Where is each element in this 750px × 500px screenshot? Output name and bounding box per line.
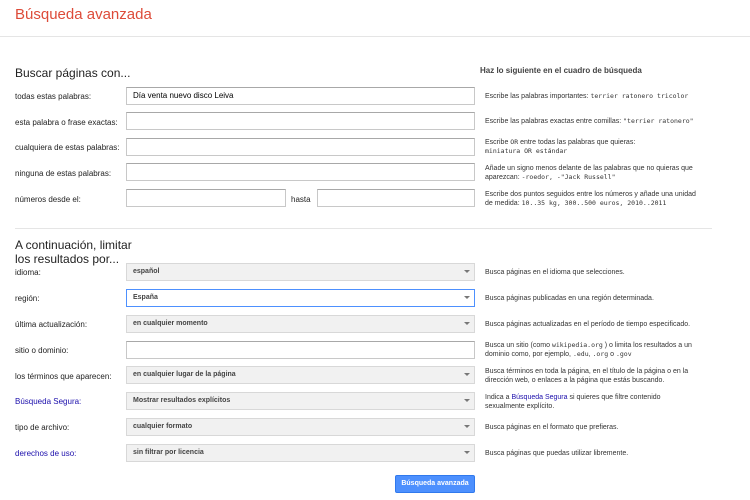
usage-rights-select[interactable]: sin filtrar por licencia	[126, 444, 475, 462]
none-words-input[interactable]	[126, 163, 475, 181]
number-range-hint: Escribe dos puntos seguidos entre los nú…	[485, 190, 700, 208]
last-update-select[interactable]: en cualquier momento	[126, 315, 475, 333]
any-words-input[interactable]	[126, 138, 475, 156]
dropdown-arrow-icon	[464, 425, 470, 428]
dropdown-arrow-icon	[464, 399, 470, 402]
file-type-value: cualquier formato	[133, 423, 193, 430]
none-words-label: ninguna de estas palabras:	[15, 169, 112, 178]
any-words-label: cualquiera de estas palabras:	[15, 143, 120, 152]
site-domain-input[interactable]	[126, 341, 475, 359]
hint-text: Busca un sitio (como	[485, 342, 550, 349]
dropdown-arrow-icon	[464, 451, 470, 454]
last-update-hint: Busca páginas actualizadas en el período…	[485, 321, 691, 328]
language-value: español	[133, 268, 160, 275]
hint-text: Escribe las palabras exactas entre comil…	[485, 118, 622, 125]
hint-example: .gov	[615, 350, 632, 358]
hint-text: Escribe las palabras importantes:	[485, 93, 589, 100]
terms-appear-label: los términos que aparecen:	[15, 372, 112, 381]
exact-phrase-label: esta palabra o frase exactas:	[15, 118, 118, 127]
last-update-value: en cualquier momento	[133, 320, 208, 327]
exact-phrase-hint: Escribe las palabras exactas entre comil…	[485, 117, 700, 126]
usage-rights-link[interactable]: derechos de uso:	[15, 449, 76, 458]
find-section-heading: Buscar páginas con...	[15, 66, 131, 80]
page-title: Búsqueda avanzada	[15, 6, 152, 23]
hint-text: o	[610, 351, 615, 358]
hint-example: miniatura OR estándar	[485, 147, 568, 155]
narrow-section-heading: A continuación, limitar los resultados p…	[15, 238, 132, 266]
hint-text: Escribe	[485, 139, 509, 146]
hint-text: entre todas las palabras que quieras:	[520, 139, 636, 146]
header: Búsqueda avanzada	[0, 0, 750, 37]
hint-example: "terrier ratonero"	[623, 117, 694, 125]
language-hint: Busca páginas en el idioma que seleccion…	[485, 269, 625, 276]
safe-search-hint: Indica a Búsqueda Segura si quieres que …	[485, 393, 700, 411]
hint-example: terrier ratonero tricolor	[590, 92, 689, 100]
hint-example: wikipedia.org	[551, 341, 603, 349]
dropdown-arrow-icon	[464, 296, 470, 299]
usage-rights-value: sin filtrar por licencia	[133, 449, 204, 456]
site-domain-hint: Busca un sitio (como wikipedia.org ) o l…	[485, 341, 700, 359]
language-label: idioma:	[15, 268, 41, 277]
exact-phrase-input[interactable]	[126, 112, 475, 130]
none-words-hint: Añade un signo menos delante de las pala…	[485, 164, 700, 182]
any-words-hint: Escribe OR entre todas las palabras que …	[485, 138, 700, 156]
hint-example: OR	[510, 138, 519, 146]
safe-search-value: Mostrar resultados explícitos	[133, 397, 231, 404]
safe-search-select[interactable]: Mostrar resultados explícitos	[126, 392, 475, 410]
range-to-input[interactable]	[317, 189, 475, 207]
region-select[interactable]: España	[126, 289, 475, 307]
terms-appear-hint: Busca términos en toda la página, en el …	[485, 368, 689, 384]
range-from-input[interactable]	[126, 189, 286, 207]
region-label: región:	[15, 294, 40, 303]
all-words-input[interactable]: Día venta nuevo disco Leiva	[126, 87, 475, 105]
hint-text: Indica a	[485, 394, 510, 401]
last-update-label: última actualización:	[15, 320, 88, 329]
site-domain-label: sitio o dominio:	[15, 346, 69, 355]
language-select[interactable]: español	[126, 263, 475, 281]
dropdown-arrow-icon	[464, 270, 470, 273]
file-type-label: tipo de archivo:	[15, 423, 70, 432]
all-words-hint: Escribe las palabras importantes: terrie…	[485, 92, 700, 101]
safe-search-link[interactable]: Búsqueda Segura:	[15, 397, 81, 406]
terms-appear-select[interactable]: en cualquier lugar de la página	[126, 366, 475, 384]
file-type-select[interactable]: cualquier formato	[126, 418, 475, 436]
hint-example: -roedor, -"Jack Russell"	[521, 173, 616, 181]
region-hint: Busca páginas publicadas en una región d…	[485, 295, 654, 302]
hint-text: ,	[588, 351, 591, 358]
range-to-label: hasta	[291, 195, 311, 204]
advanced-search-button[interactable]: Búsqueda avanzada	[395, 475, 475, 493]
dropdown-arrow-icon	[464, 322, 470, 325]
file-type-hint: Busca páginas en el formato que prefiera…	[485, 424, 619, 431]
dropdown-arrow-icon	[464, 373, 470, 376]
all-words-label: todas estas palabras:	[15, 92, 92, 101]
region-value: España	[133, 294, 158, 301]
safe-search-hint-link[interactable]: Búsqueda Segura	[511, 394, 567, 401]
hint-example: .org	[592, 350, 609, 358]
section-divider	[15, 228, 712, 229]
number-range-label: números desde el:	[15, 195, 81, 204]
hint-heading: Haz lo siguiente en el cuadro de búsqued…	[480, 66, 642, 75]
usage-rights-hint: Busca páginas que puedas utilizar librem…	[485, 450, 629, 457]
hint-example: 10..35 kg, 300..500 euros, 2010..2011	[521, 199, 667, 207]
hint-example: .edu	[572, 350, 589, 358]
terms-appear-value: en cualquier lugar de la página	[133, 371, 236, 378]
